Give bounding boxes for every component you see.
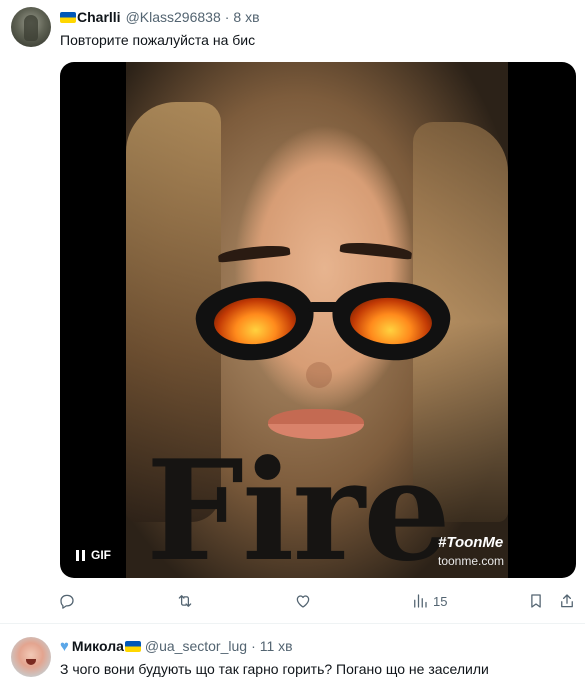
ukraine-flag-icon: [60, 11, 76, 23]
gif-pause-button[interactable]: GIF: [70, 544, 117, 566]
separator-dot: ·: [251, 638, 256, 654]
tweet-header: Charlli @Klass296838 · 8 хв: [60, 9, 260, 25]
author-handle[interactable]: @Klass296838: [126, 9, 221, 25]
views-count: 15: [433, 593, 448, 609]
tweet-text: З чого вони будують що так гарно горить?…: [60, 661, 489, 677]
bookmark-icon: [531, 594, 541, 608]
gif-label: GIF: [91, 548, 111, 562]
gif-image: Fire #ToonMe toonme.com: [126, 62, 508, 578]
reply-icon: [60, 594, 74, 609]
tweet-text: Повторите пожалуйста на бис: [60, 32, 256, 48]
tweet-actions: 15: [58, 590, 580, 612]
sunglasses-graphic: [190, 277, 454, 372]
share-button[interactable]: [558, 590, 576, 612]
gif-overlay-text: Fire: [136, 429, 496, 578]
tweet-timestamp[interactable]: 8 хв: [233, 9, 259, 25]
reply-tweet[interactable]: ♥ Микола @ua_sector_lug · 11 хв З чого в…: [0, 624, 585, 685]
blue-heart-icon: ♥: [60, 637, 69, 655]
author-handle[interactable]: @ua_sector_lug: [145, 638, 247, 654]
heart-icon: [296, 595, 310, 608]
watermark-tag: #ToonMe: [438, 534, 504, 551]
tweet-gif[interactable]: Fire #ToonMe toonme.com GIF: [60, 62, 576, 578]
author-name[interactable]: Charlli: [77, 9, 121, 25]
tweet[interactable]: Charlli @Klass296838 · 8 хв Повторите по…: [0, 0, 585, 624]
pause-icon: [76, 549, 85, 561]
share-icon: [561, 594, 573, 608]
retweet-button[interactable]: [176, 590, 194, 612]
author-name[interactable]: Микола: [72, 638, 124, 654]
retweet-icon: [178, 595, 192, 607]
avatar[interactable]: [11, 7, 51, 47]
watermark-url: toonme.com: [438, 554, 505, 568]
views-button[interactable]: 15: [411, 590, 447, 612]
bookmark-button[interactable]: [527, 590, 545, 612]
ukraine-flag-icon: [124, 640, 141, 652]
like-button[interactable]: [294, 590, 312, 612]
reply-button[interactable]: [58, 590, 76, 612]
tweet-timestamp[interactable]: 11 хв: [260, 638, 293, 654]
views-bar-chart-icon: [414, 594, 427, 608]
separator-dot: ·: [224, 9, 230, 25]
tweet-header: ♥ Микола @ua_sector_lug · 11 хв: [60, 638, 293, 654]
avatar[interactable]: [11, 637, 51, 677]
